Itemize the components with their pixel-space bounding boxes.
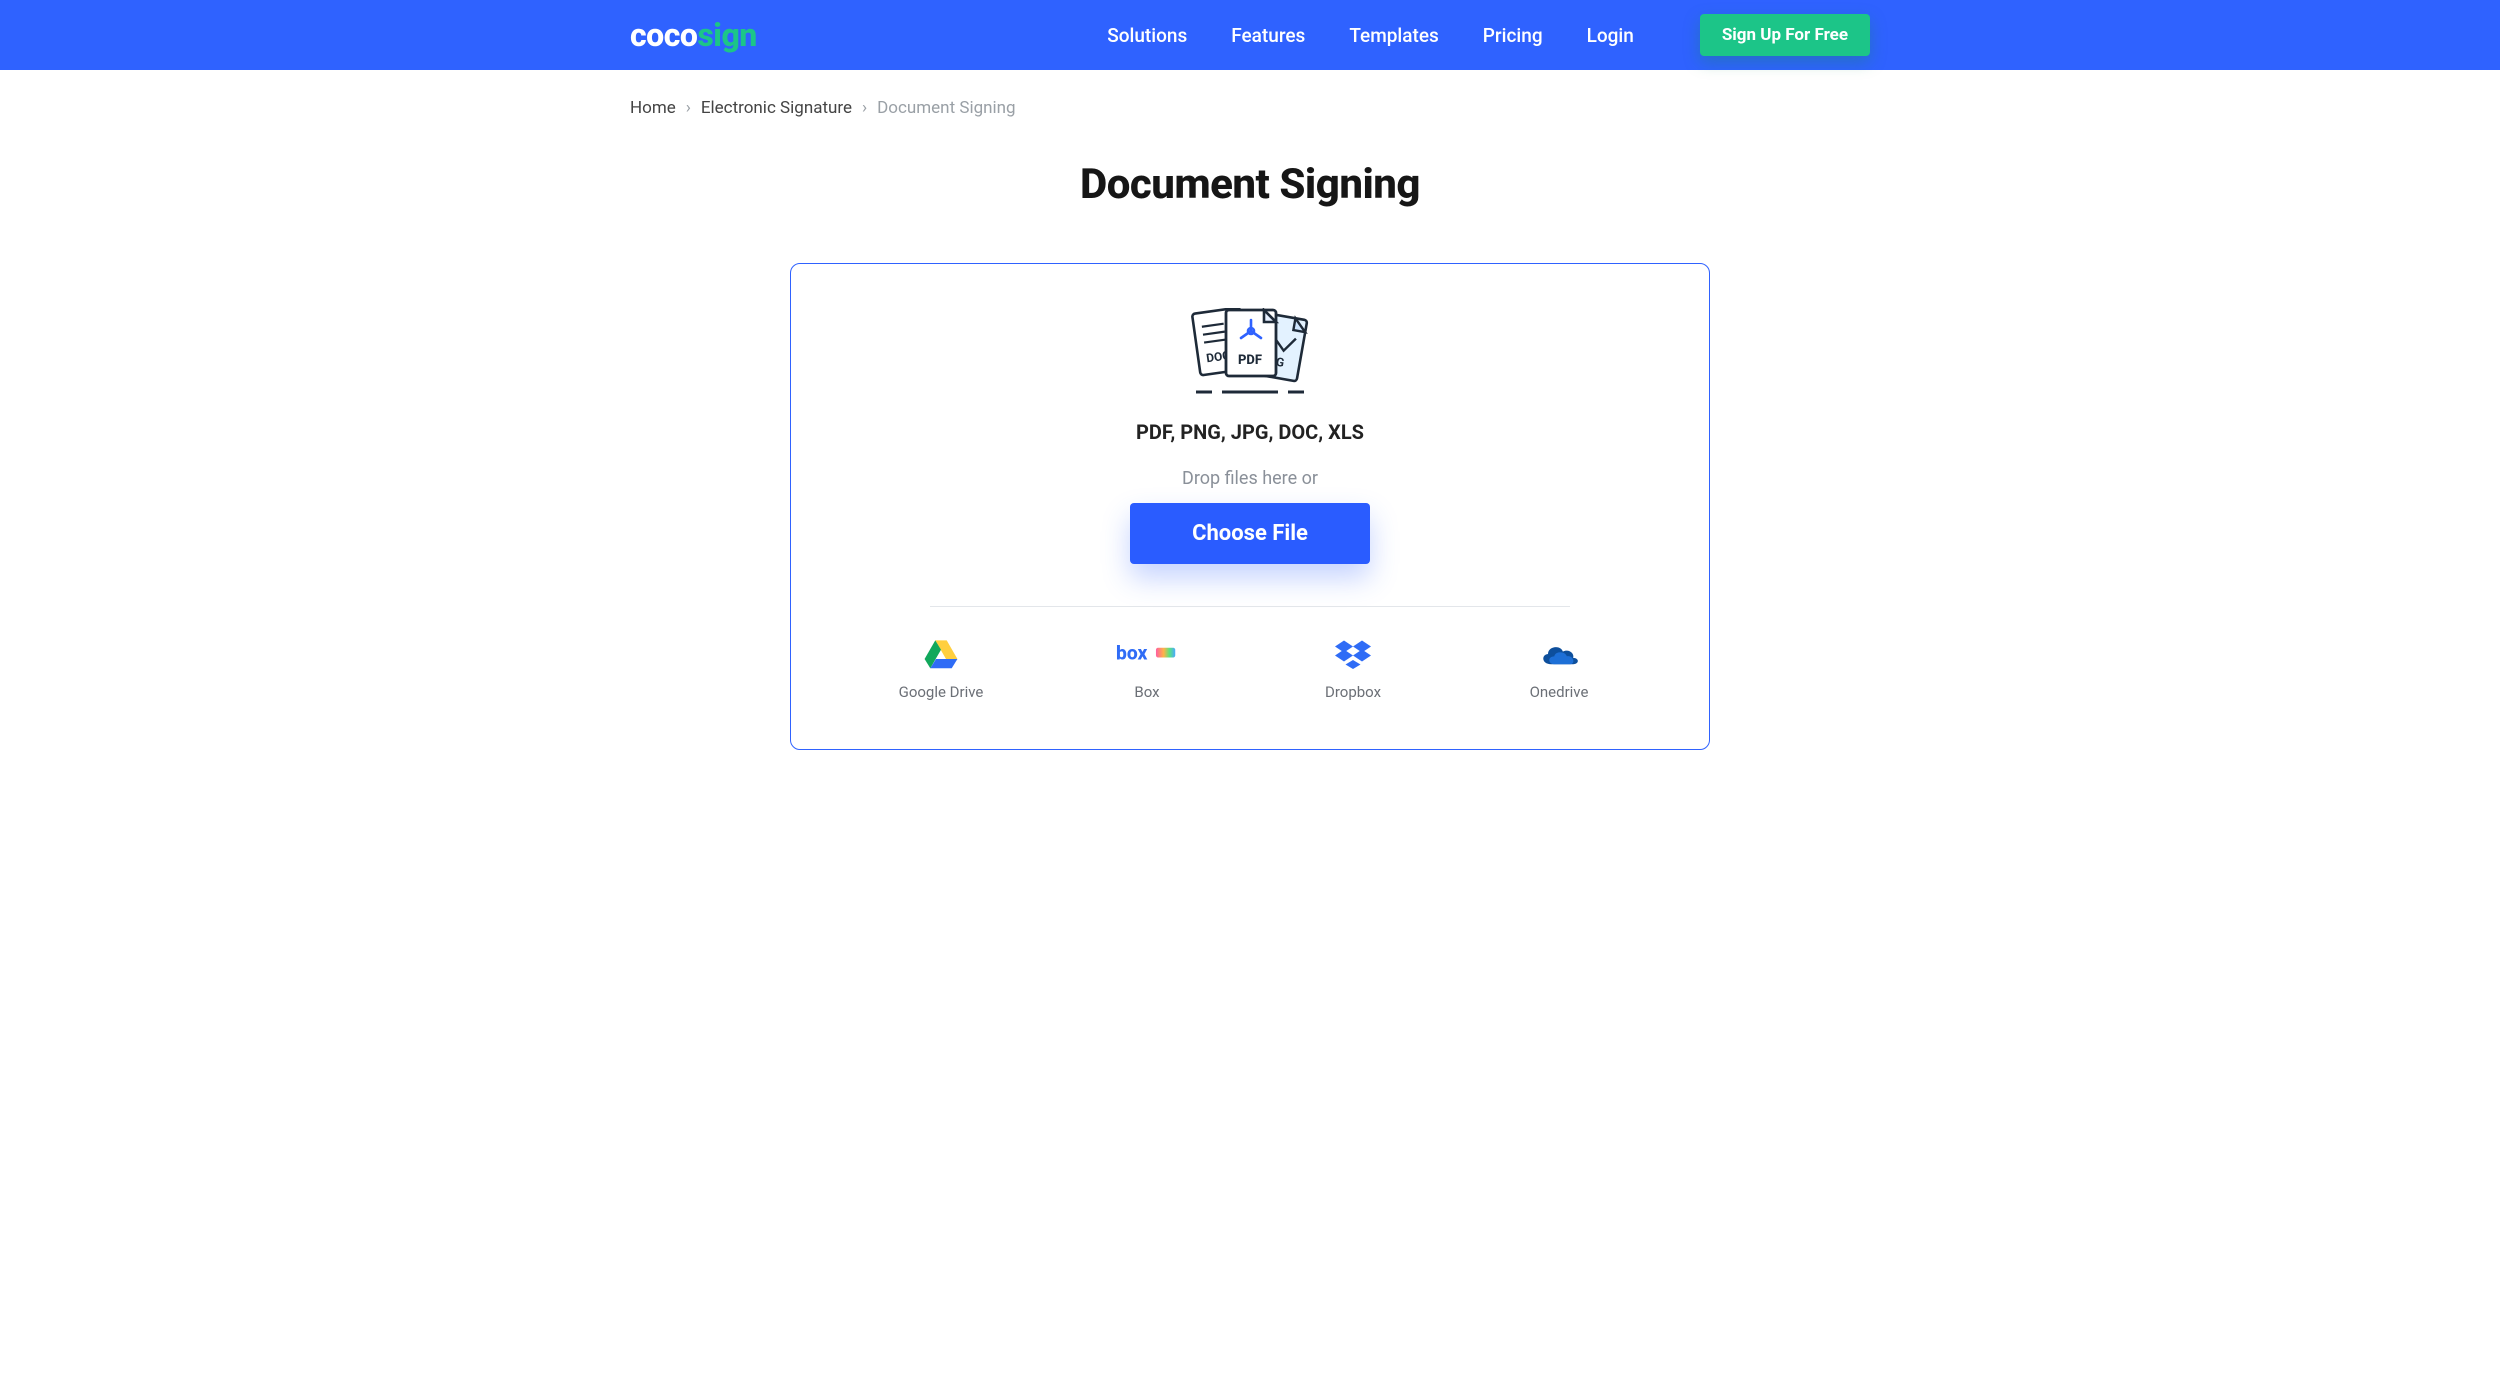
- provider-dropbox[interactable]: Dropbox: [1298, 639, 1408, 701]
- nav-solutions[interactable]: Solutions: [1107, 24, 1187, 47]
- divider: [930, 606, 1570, 607]
- provider-label: Dropbox: [1325, 683, 1381, 701]
- dropbox-icon: [1335, 639, 1371, 669]
- signup-button[interactable]: Sign Up For Free: [1700, 14, 1870, 56]
- cloud-providers-row: Google Drive box Box: [851, 639, 1649, 701]
- breadcrumb-current: Document Signing: [877, 98, 1015, 118]
- svg-text:box: box: [1116, 642, 1148, 665]
- brand-logo[interactable]: cocosign: [630, 16, 757, 54]
- nav-pricing[interactable]: Pricing: [1483, 24, 1543, 47]
- nav-features[interactable]: Features: [1231, 24, 1305, 47]
- google-drive-icon: [922, 639, 960, 669]
- provider-google-drive[interactable]: Google Drive: [886, 639, 996, 701]
- provider-label: Onedrive: [1530, 683, 1589, 701]
- drop-files-hint: Drop files here or: [851, 468, 1649, 489]
- provider-box[interactable]: box Box: [1092, 639, 1202, 701]
- breadcrumb-electronic-signature[interactable]: Electronic Signature: [701, 98, 852, 118]
- nav-templates[interactable]: Templates: [1349, 24, 1438, 47]
- top-header: cocosign Solutions Features Templates Pr…: [0, 0, 2500, 70]
- supported-formats-text: PDF, PNG, JPG, DOC, XLS: [851, 420, 1649, 444]
- provider-label: Google Drive: [899, 683, 984, 701]
- breadcrumb-home[interactable]: Home: [630, 98, 676, 118]
- upload-panel: DOC JPG PDF: [790, 263, 1710, 750]
- svg-text:PDF: PDF: [1238, 353, 1262, 368]
- brand-logo-part1: coco: [630, 16, 697, 54]
- nav-login[interactable]: Login: [1587, 24, 1634, 47]
- page-title: Document Signing: [0, 160, 2500, 209]
- documents-illustration-icon: DOC JPG PDF: [851, 308, 1649, 398]
- provider-onedrive[interactable]: Onedrive: [1504, 639, 1614, 701]
- provider-label: Box: [1134, 683, 1159, 701]
- choose-file-button[interactable]: Choose File: [1130, 503, 1370, 564]
- main-nav: Solutions Features Templates Pricing Log…: [1107, 14, 1870, 56]
- breadcrumb: Home › Electronic Signature › Document S…: [630, 70, 1870, 128]
- brand-logo-part2: sign: [697, 16, 756, 54]
- chevron-right-icon: ›: [686, 98, 691, 118]
- onedrive-icon: [1537, 639, 1581, 669]
- box-icon: box: [1116, 639, 1178, 669]
- chevron-right-icon: ›: [862, 98, 867, 118]
